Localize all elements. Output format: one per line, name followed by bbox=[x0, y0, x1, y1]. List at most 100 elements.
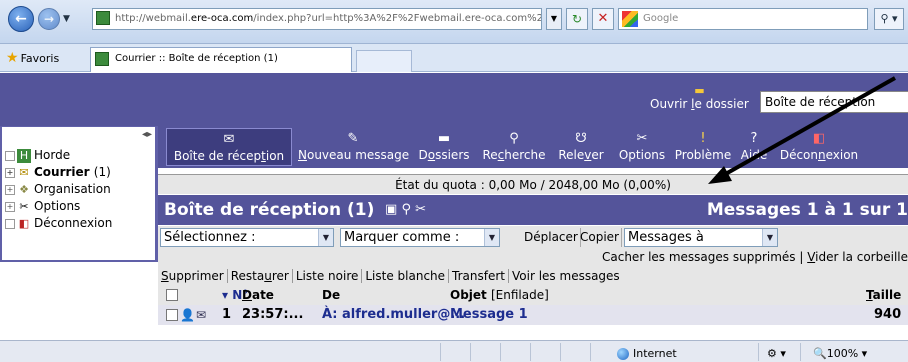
menu-help[interactable]: ? Aide bbox=[736, 128, 772, 166]
menu-inbox[interactable]: ✉ Boîte de réception bbox=[166, 128, 292, 166]
select-all-checkbox[interactable] bbox=[166, 289, 178, 301]
messages-to-dropdown[interactable]: Messages à ▼ bbox=[624, 228, 778, 247]
protected-mode-icon[interactable]: ⚙ ▾ bbox=[758, 343, 798, 361]
compose-icon: ✎ bbox=[347, 131, 359, 146]
pin-icon[interactable]: ◂▸ bbox=[142, 129, 152, 140]
google-logo-icon bbox=[622, 11, 638, 27]
restore-link[interactable]: Restaurer bbox=[227, 269, 293, 283]
sidebar-item-horde[interactable]: H Horde bbox=[2, 147, 70, 163]
tree-expander-icon[interactable] bbox=[5, 218, 15, 229]
star-icon: ★ bbox=[6, 50, 19, 66]
envelope-icon: ✉ bbox=[223, 132, 235, 147]
menu-fetch[interactable]: ☋ Relever bbox=[552, 128, 610, 166]
horde-icon: H bbox=[17, 148, 31, 163]
copy-button[interactable]: Copier bbox=[578, 228, 622, 247]
organizer-icon: ❖ bbox=[19, 182, 29, 196]
contact-icon: 👤 bbox=[180, 308, 195, 322]
chevron-down-icon: ▼ bbox=[762, 229, 777, 246]
history-dropdown-icon[interactable]: ▼ bbox=[63, 14, 70, 24]
logout-icon: ◧ bbox=[812, 131, 826, 146]
empty-mailbox-icon[interactable]: ✂ bbox=[415, 202, 426, 217]
browser-tab-bar: ★ Favoris Courrier :: Boîte de réception … bbox=[0, 44, 908, 72]
mark-as-dropdown[interactable]: Marquer comme : ▼ bbox=[340, 228, 500, 247]
operations-row: Supprimer Restaurer Liste noire Liste blanc… bbox=[158, 266, 908, 286]
sidebar-item-organisation[interactable]: + ❖ Organisation bbox=[2, 181, 111, 197]
tab-favicon-icon bbox=[95, 52, 109, 66]
blacklist-link[interactable]: Liste noire bbox=[292, 269, 363, 283]
message-checkbox[interactable] bbox=[166, 309, 178, 321]
menu-problem[interactable]: ! Problème bbox=[672, 128, 734, 166]
back-arrow-icon[interactable]: ← bbox=[8, 6, 34, 32]
zoom-icon: 🔍 bbox=[813, 347, 827, 360]
tree-expander-icon[interactable]: + bbox=[5, 201, 15, 212]
sidebar-item-deconnexion[interactable]: ◧ Déconnexion bbox=[2, 215, 112, 231]
hide-deleted-link[interactable]: Cacher les messages supprimés bbox=[602, 250, 796, 264]
mail-folder-icon: ✉ bbox=[19, 165, 29, 179]
tools-icon: ✂ bbox=[636, 131, 648, 146]
search-icon[interactable]: ⚲ ▾ bbox=[874, 8, 904, 30]
tools-icon: ✂ bbox=[19, 199, 29, 213]
tree-expander-icon[interactable] bbox=[5, 150, 15, 161]
zone-indicator: Internet bbox=[590, 343, 750, 361]
select-dropdown[interactable]: Sélectionnez : ▼ bbox=[160, 228, 334, 247]
mailbox-title: Boîte de réception (1) bbox=[164, 200, 375, 220]
column-subject[interactable]: Objet [Enfilade] bbox=[450, 286, 549, 305]
forward-arrow-icon[interactable]: → bbox=[38, 8, 60, 30]
favorites-button[interactable]: ★ Favoris bbox=[6, 49, 59, 67]
open-folder-button[interactable]: ▬ Ouvrir le dossier bbox=[650, 84, 749, 112]
move-button[interactable]: Déplacer bbox=[522, 228, 581, 247]
refresh-icon[interactable]: ↻ bbox=[566, 8, 588, 30]
new-tab-button[interactable] bbox=[356, 50, 412, 72]
chevron-down-icon: ▼ bbox=[484, 229, 499, 246]
menu-search[interactable]: ⚲ Recherche bbox=[480, 128, 548, 166]
tree-expander-icon[interactable]: + bbox=[5, 184, 15, 195]
folder-icon: ▬ bbox=[694, 84, 705, 97]
delete-link[interactable]: Supprimer bbox=[158, 269, 228, 283]
url-input[interactable]: http://webmail.ere-oca.com/index.php?url… bbox=[92, 8, 542, 30]
menu-folders[interactable]: ▬ Dossiers bbox=[412, 128, 476, 166]
browser-tab-active[interactable]: Courrier :: Boîte de réception (1) bbox=[90, 47, 352, 72]
tree-expander-icon[interactable]: + bbox=[5, 167, 15, 178]
search-input[interactable]: Google bbox=[618, 8, 868, 30]
whitelist-link[interactable]: Liste blanche bbox=[362, 269, 450, 283]
url-dropdown-icon[interactable]: ▼ bbox=[546, 8, 562, 30]
message-date: 23:57:... bbox=[242, 307, 304, 322]
thread-link[interactable]: [Enfilade] bbox=[491, 288, 549, 302]
column-from[interactable]: De bbox=[322, 286, 340, 305]
column-size[interactable]: Taille bbox=[866, 286, 901, 305]
stop-icon[interactable]: ✕ bbox=[592, 8, 614, 30]
action-row: Sélectionnez : ▼ Marquer comme : ▼ Déplace… bbox=[158, 226, 908, 248]
mail-menu-bar: ✉ Boîte de réception ✎ Nouveau message ▬ Do… bbox=[158, 126, 908, 168]
refresh-mailbox-icon[interactable]: ▣ bbox=[385, 202, 397, 217]
message-number: 1 bbox=[222, 307, 232, 322]
message-subject[interactable]: Message 1 bbox=[450, 305, 528, 325]
empty-trash-link[interactable]: Vider la corbeille bbox=[807, 250, 908, 264]
help-icon: ? bbox=[750, 131, 758, 146]
transfer-link[interactable]: Transfert bbox=[449, 269, 510, 283]
table-row[interactable]: 👤 ✉ 1 23:57:... À: alfred.muller@... Mes… bbox=[158, 305, 908, 325]
view-messages-link[interactable]: Voir les messages bbox=[509, 269, 623, 283]
column-date[interactable]: Date bbox=[242, 286, 274, 305]
magnifier-icon: ⚲ bbox=[509, 131, 519, 146]
menu-logout[interactable]: ◧ Déconnexion bbox=[774, 128, 864, 166]
quota-status: État du quota : 0,00 Mo / 2048,00 Mo (0,… bbox=[158, 174, 908, 194]
problem-icon: ! bbox=[700, 131, 706, 146]
sidebar-item-options[interactable]: + ✂ Options bbox=[2, 198, 80, 214]
app-header: ▬ Ouvrir le dossier Boîte de réception bbox=[0, 73, 908, 126]
browser-address-bar: ← → ▼ http://webmail.ere-oca.com/index.p… bbox=[0, 0, 908, 44]
envelope-icon: ✉ bbox=[196, 308, 207, 322]
sidebar-item-courrier[interactable]: + ✉ Courrier (1) bbox=[2, 164, 111, 180]
message-list-header: ▾ N° Date De Objet [Enfilade] Taille bbox=[158, 286, 908, 305]
message-size: 940 bbox=[874, 307, 902, 322]
zoom-control[interactable]: 🔍100% ▾ bbox=[800, 343, 904, 361]
menu-options[interactable]: ✂ Options bbox=[614, 128, 670, 166]
search-mailbox-icon[interactable]: ⚲ bbox=[401, 202, 411, 217]
message-count: Messages 1 à 1 sur 1 bbox=[706, 200, 908, 220]
mailbox-select[interactable]: Boîte de réception bbox=[760, 91, 908, 113]
folder-icon: ▬ bbox=[437, 131, 451, 146]
menu-new-message[interactable]: ✎ Nouveau message bbox=[298, 128, 409, 166]
site-favicon-icon bbox=[96, 11, 110, 25]
fetch-mail-icon: ☋ bbox=[575, 131, 587, 146]
message-from[interactable]: À: alfred.muller@... bbox=[322, 305, 465, 325]
browser-status-bar: Internet ⚙ ▾ 🔍100% ▾ bbox=[0, 340, 908, 362]
